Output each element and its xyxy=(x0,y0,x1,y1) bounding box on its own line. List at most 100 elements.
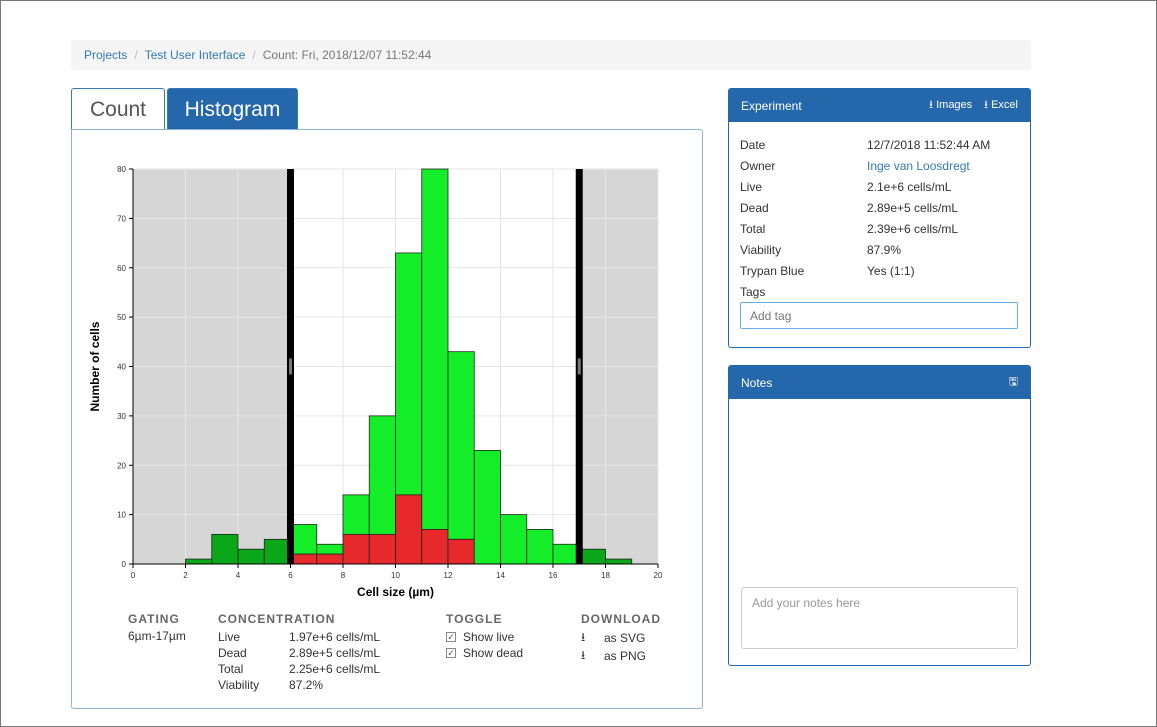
y-tick-label: 70 xyxy=(117,214,126,223)
concentration-key: Dead xyxy=(218,646,247,660)
concentration-key: Live xyxy=(218,630,241,644)
experiment-row-tags: Tags xyxy=(729,281,1030,302)
histogram-bar-live xyxy=(421,168,449,530)
breadcrumb-project[interactable]: Test User Interface xyxy=(145,48,246,62)
concentration-key: Viability xyxy=(218,678,260,692)
y-tick-label: 40 xyxy=(117,363,126,372)
experiment-row-total: Total 2.39e+6 cells/mL xyxy=(729,218,1030,239)
show-live-toggle[interactable]: ✓ Show live xyxy=(446,629,523,645)
download-icon: ⭳ xyxy=(929,99,934,111)
x-tick-label: 0 xyxy=(131,571,136,580)
toggle-section: TOGGLE ✓ Show live ✓ Show dead xyxy=(446,612,523,661)
y-tick-label: 80 xyxy=(117,165,126,174)
x-axis-label: Cell size (µm) xyxy=(357,585,434,599)
histogram-bar-live xyxy=(526,529,554,565)
experiment-row-dead: Dead 2.89e+5 cells/mL xyxy=(729,197,1030,218)
x-tick-label: 10 xyxy=(391,571,400,580)
x-tick-label: 6 xyxy=(288,571,293,580)
histogram-bar-dead xyxy=(368,533,396,565)
breadcrumb-separator: / xyxy=(134,48,138,62)
breadcrumb-projects[interactable]: Projects xyxy=(84,48,127,62)
y-tick-label: 20 xyxy=(117,461,126,470)
breadcrumb: Projects / Test User Interface / Count: … xyxy=(71,40,1031,70)
x-tick-label: 2 xyxy=(183,571,188,580)
experiment-key: Live xyxy=(740,179,763,194)
experiment-key: Trypan Blue xyxy=(740,263,805,278)
show-dead-toggle[interactable]: ✓ Show dead xyxy=(446,645,523,661)
download-excel-button[interactable]: ⭳ Excel xyxy=(984,96,1018,115)
gating-value: 6µm-17µm xyxy=(128,629,186,643)
experiment-title: Experiment xyxy=(741,98,802,113)
histogram-bar-dead xyxy=(290,553,318,565)
notes-textarea[interactable] xyxy=(741,587,1018,649)
concentration-section: CONCENTRATION Live 1.97e+6 cells/mL Dead 2… xyxy=(218,612,380,693)
breadcrumb-separator: / xyxy=(252,48,256,62)
experiment-row-owner: Owner Inge van Loosdregt xyxy=(729,155,1030,176)
experiment-key: Total xyxy=(740,221,766,236)
concentration-row: Dead 2.89e+5 cells/mL xyxy=(218,645,380,661)
experiment-value: 87.9% xyxy=(867,242,902,257)
x-tick-label: 18 xyxy=(601,571,610,580)
concentration-value: 1.97e+6 cells/mL xyxy=(289,630,381,644)
download-section: DOWNLOAD ⭳ as SVG ⭳ as PNG xyxy=(581,612,661,665)
histogram-bar-live xyxy=(500,514,528,565)
tab-histogram[interactable]: Histogram xyxy=(167,88,298,130)
x-tick-label: 8 xyxy=(341,571,346,580)
gate-grip-icon xyxy=(577,358,581,375)
x-tick-label: 20 xyxy=(654,571,663,580)
gate-grip-icon xyxy=(289,358,292,375)
download-svg-button[interactable]: ⭳ as SVG xyxy=(581,629,661,647)
notes-title: Notes xyxy=(741,375,773,390)
show-live-label: Show live xyxy=(463,630,515,644)
histogram-bar-live xyxy=(473,450,501,565)
experiment-row-trypan: Trypan Blue Yes (1:1) xyxy=(729,260,1030,281)
histogram-bar-live xyxy=(368,415,396,535)
y-tick-label: 50 xyxy=(117,313,126,322)
x-tick-label: 16 xyxy=(549,571,558,580)
download-png-button[interactable]: ⭳ as PNG xyxy=(581,647,661,665)
experiment-value: 2.39e+6 cells/mL xyxy=(867,221,959,236)
download-images-button[interactable]: ⭳ Images xyxy=(929,96,972,115)
histogram-chart: 0 2 4 6 8 10 12 14 16 18 20 0 10 20 30 40 50 60 70 80 Cell s… xyxy=(88,165,663,599)
concentration-row: Live 1.97e+6 cells/mL xyxy=(218,629,380,645)
histogram-bar-live xyxy=(263,538,291,565)
experiment-value: Yes (1:1) xyxy=(867,263,915,278)
histogram-bar-live xyxy=(395,252,423,496)
experiment-panel: Experiment ⭳ Images ⭳ Excel Date 12/7/201… xyxy=(728,88,1031,348)
checkbox-icon[interactable]: ✓ xyxy=(446,648,456,658)
concentration-row: Viability 87.2% xyxy=(218,677,380,693)
experiment-key: Viability xyxy=(740,242,782,257)
notes-header: Notes 🖫 xyxy=(729,366,1030,399)
histogram-bar-dead xyxy=(421,529,449,565)
gating-section: GATING 6µm-17µm xyxy=(128,612,186,643)
experiment-value: 2.89e+5 cells/mL xyxy=(867,200,959,215)
save-notes-button[interactable]: 🖫 xyxy=(1009,373,1018,392)
add-tag-input[interactable] xyxy=(740,302,1018,329)
toggle-heading: TOGGLE xyxy=(446,612,503,626)
experiment-key: Tags xyxy=(740,284,766,299)
checkbox-icon[interactable]: ✓ xyxy=(446,632,456,642)
y-tick-label: 30 xyxy=(117,412,126,421)
y-tick-label: 10 xyxy=(117,511,126,520)
x-tick-label: 12 xyxy=(444,571,453,580)
histogram-bar-live xyxy=(552,543,580,565)
breadcrumb-current: Count: Fri, 2018/12/07 11:52:44 xyxy=(262,48,432,62)
histogram-bar-live xyxy=(578,548,606,565)
experiment-header: Experiment ⭳ Images ⭳ Excel xyxy=(729,89,1030,122)
owner-link[interactable]: Inge van Loosdregt xyxy=(867,159,970,173)
histogram-bar-live xyxy=(290,524,318,555)
concentration-heading: CONCENTRATION xyxy=(218,612,336,626)
tab-count[interactable]: Count xyxy=(71,88,165,130)
gating-heading: GATING xyxy=(128,612,180,626)
y-tick-label: 0 xyxy=(122,560,127,569)
histogram-bar-live xyxy=(211,533,239,565)
y-axis-label: Number of cells xyxy=(88,321,102,411)
view-tabs: Count Histogram xyxy=(71,88,300,130)
histogram-bar-dead xyxy=(316,553,344,565)
experiment-key: Dead xyxy=(740,200,769,215)
histogram-bar-dead xyxy=(447,538,475,565)
histogram-bar-live xyxy=(605,558,633,565)
y-tick-label: 60 xyxy=(117,264,126,273)
download-png-label: as PNG xyxy=(604,649,647,663)
